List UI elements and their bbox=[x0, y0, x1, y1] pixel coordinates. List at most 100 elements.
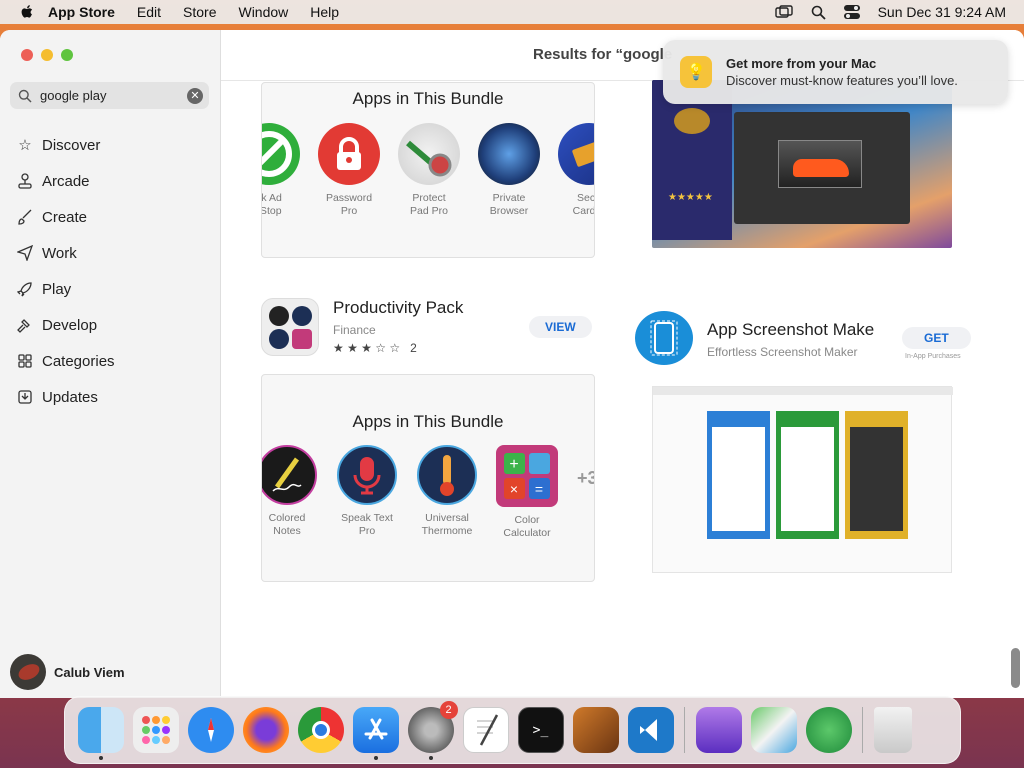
bundle-app[interactable]: Private Browser bbox=[478, 123, 540, 218]
award-panel: ★★★★★ bbox=[652, 80, 732, 240]
sidebar-item-label: Create bbox=[42, 208, 88, 226]
sidebar-item-label: Arcade bbox=[42, 172, 90, 190]
apple-logo-icon[interactable] bbox=[18, 3, 36, 21]
menu-store[interactable]: Store bbox=[183, 4, 216, 20]
menu-app-store[interactable]: App Store bbox=[48, 4, 115, 20]
app-screenshot-make-info[interactable]: App Screenshot Make Effortless Screensho… bbox=[707, 320, 874, 359]
running-indicator bbox=[428, 756, 433, 760]
spotlight-search-icon[interactable] bbox=[811, 5, 826, 20]
app-store-icon[interactable] bbox=[352, 707, 399, 760]
sidebar-item-play[interactable]: Play bbox=[0, 271, 221, 307]
rating-stars-icon: ★★★★★ bbox=[668, 192, 713, 203]
control-center-icon[interactable] bbox=[843, 5, 860, 19]
bundle-app[interactable]: Protect Pad Pro bbox=[398, 123, 460, 218]
app-screenshot-preview[interactable] bbox=[652, 386, 953, 573]
app-label: Color bbox=[514, 514, 540, 526]
view-button[interactable]: VIEW bbox=[529, 316, 592, 338]
app-window-preview bbox=[734, 112, 910, 224]
app-screenshot-make-icon[interactable] bbox=[635, 311, 693, 365]
sidebar-item-label: Develop bbox=[42, 316, 98, 334]
account-button[interactable]: Calub Viem bbox=[10, 654, 125, 690]
grid-icon bbox=[16, 352, 34, 370]
productivity-pack-info[interactable]: Productivity Pack Finance ★ ★ ★ ☆ ☆ 2 bbox=[333, 298, 463, 355]
menu-edit[interactable]: Edit bbox=[137, 4, 161, 20]
sidebar-item-develop[interactable]: Develop bbox=[0, 307, 221, 343]
chrome-icon[interactable] bbox=[297, 707, 344, 753]
protect-pad-app-icon bbox=[398, 123, 460, 185]
sidebar-item-updates[interactable]: Updates bbox=[0, 379, 221, 415]
user-name: Calub Viem bbox=[54, 664, 125, 680]
joystick-icon bbox=[16, 172, 34, 190]
clock[interactable]: Sun Dec 31 9:24 AM bbox=[878, 4, 1006, 20]
thermo-mini-icon bbox=[269, 329, 289, 349]
app-name: App Screenshot Make bbox=[707, 320, 875, 339]
bundle-app[interactable]: Speak Text Pro bbox=[336, 445, 398, 538]
vscode-icon[interactable] bbox=[627, 707, 674, 753]
running-indicator bbox=[373, 756, 378, 760]
app-label: Pro bbox=[358, 525, 376, 537]
menu-help[interactable]: Help bbox=[310, 4, 339, 20]
world-map-app-icon[interactable] bbox=[805, 707, 852, 753]
zoom-window-button[interactable] bbox=[61, 49, 73, 61]
notification-banner[interactable]: 💡 Get more from your Mac Discover must-k… bbox=[663, 40, 1008, 104]
speak-text-app-icon bbox=[337, 445, 397, 505]
finder-icon[interactable] bbox=[77, 707, 124, 760]
bundle-card[interactable]: Apps in This Bundle ck Ad-Stop PasswordP… bbox=[261, 82, 595, 258]
sidebar-item-work[interactable]: Work bbox=[0, 235, 221, 271]
password-pro-app-icon bbox=[318, 123, 380, 185]
textedit-icon[interactable] bbox=[462, 707, 509, 753]
trash-icon[interactable] bbox=[873, 707, 912, 753]
dock: 2 >_ bbox=[64, 696, 961, 764]
sidebar-item-discover[interactable]: ☆ Discover bbox=[0, 127, 221, 163]
terminal-icon[interactable]: >_ bbox=[517, 707, 564, 753]
secure-card-app-icon bbox=[558, 123, 594, 185]
app-label: Thermome bbox=[421, 525, 473, 537]
app-label: Universal bbox=[425, 512, 469, 524]
display-mirror-icon[interactable] bbox=[774, 5, 793, 19]
paper-plane-icon bbox=[16, 244, 34, 262]
garageband-icon[interactable] bbox=[572, 707, 619, 753]
scrollbar[interactable] bbox=[1011, 648, 1020, 688]
firefox-icon[interactable] bbox=[242, 707, 289, 753]
app-label: Notes bbox=[273, 525, 301, 537]
search-icon bbox=[18, 89, 32, 103]
bundle-app[interactable]: + × = Color Calculator bbox=[496, 445, 558, 540]
svg-text:=: = bbox=[535, 481, 543, 497]
maps-icon[interactable] bbox=[750, 707, 797, 753]
rating-count: 2 bbox=[410, 341, 417, 355]
close-window-button[interactable] bbox=[21, 49, 33, 61]
search-input[interactable]: google play bbox=[40, 88, 107, 103]
get-button[interactable]: GET bbox=[902, 327, 971, 349]
storage-utility-icon[interactable] bbox=[695, 707, 742, 753]
search-field[interactable]: google play ✕ bbox=[10, 82, 209, 109]
sidebar-item-create[interactable]: Create bbox=[0, 199, 221, 235]
tips-lightbulb-icon: 💡 bbox=[680, 56, 712, 88]
car-shape bbox=[793, 159, 849, 177]
bundle-app[interactable]: Password Pro bbox=[318, 123, 380, 218]
in-app-purchases-label: In-App Purchases bbox=[905, 353, 961, 360]
app-label: Secu bbox=[577, 192, 595, 204]
sidebar-item-categories[interactable]: Categories bbox=[0, 343, 221, 379]
private-browser-app-icon bbox=[478, 123, 540, 185]
safari-icon[interactable] bbox=[187, 707, 234, 753]
sidebar: google play ✕ ☆ Discover Arcade Create Wo… bbox=[0, 30, 221, 698]
system-settings-icon[interactable]: 2 bbox=[407, 701, 458, 760]
bundle-card[interactable]: Apps in This Bundle Colored Notes Speak T… bbox=[261, 374, 595, 582]
bundle-app[interactable]: Universal Thermome bbox=[416, 445, 478, 538]
terminal-prompt-glyph: >_ bbox=[532, 722, 549, 738]
launchpad-icon[interactable] bbox=[132, 707, 179, 753]
bundle-app[interactable]: Colored Notes bbox=[262, 445, 318, 538]
clear-search-icon[interactable]: ✕ bbox=[187, 87, 203, 104]
menu-window[interactable]: Window bbox=[238, 4, 288, 20]
sidebar-item-arcade[interactable]: Arcade bbox=[0, 163, 221, 199]
rating-stars: ★ ★ ★ ☆ ☆ bbox=[333, 341, 401, 355]
bundle-app[interactable]: SecuCard K bbox=[558, 123, 595, 218]
notification-badge: 2 bbox=[439, 701, 458, 719]
avatar bbox=[10, 654, 46, 690]
productivity-pack-icon[interactable] bbox=[261, 298, 319, 356]
chrome-center bbox=[311, 721, 330, 739]
app-screenshot-preview[interactable]: ★★★★★ bbox=[652, 80, 952, 248]
star-icon: ☆ bbox=[18, 137, 32, 154]
bundle-app[interactable]: ck Ad-Stop bbox=[262, 123, 300, 218]
minimize-window-button[interactable] bbox=[41, 49, 53, 61]
